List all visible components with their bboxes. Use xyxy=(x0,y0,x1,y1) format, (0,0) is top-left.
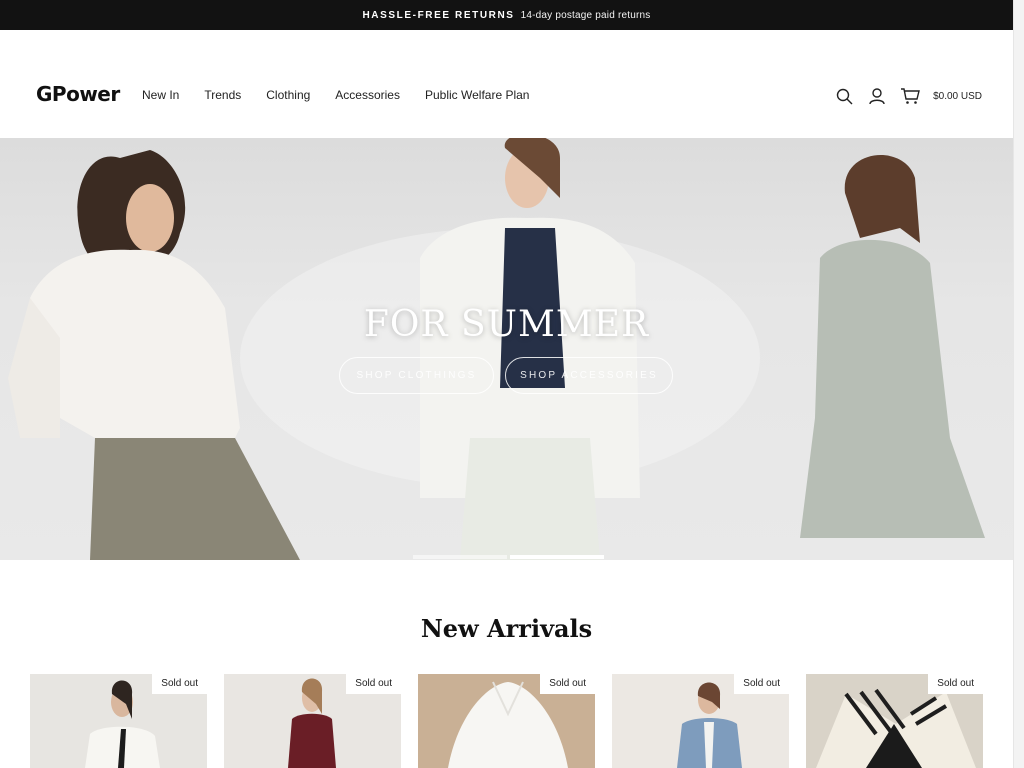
site-header: GPower New In Trends Clothing Accessorie… xyxy=(0,30,1013,138)
shop-accessories-button[interactable]: SHOP ACCESSORIES xyxy=(505,357,673,394)
account-icon[interactable] xyxy=(866,85,888,107)
hero-buttons: SHOP CLOTHINGS SHOP ACCESSORIES xyxy=(339,357,673,394)
sold-out-badge: Sold out xyxy=(734,674,789,694)
hero-title: FOR SUMMER xyxy=(363,304,650,345)
product-card[interactable]: Sold out xyxy=(30,674,207,768)
nav-public-welfare-plan[interactable]: Public Welfare Plan xyxy=(425,88,530,102)
sold-out-badge: Sold out xyxy=(928,674,983,694)
product-card[interactable]: Sold out xyxy=(418,674,595,768)
product-card[interactable]: Sold out xyxy=(612,674,789,768)
product-card[interactable]: Sold out xyxy=(224,674,401,768)
sold-out-badge: Sold out xyxy=(346,674,401,694)
nav-accessories[interactable]: Accessories xyxy=(335,88,400,102)
cart-icon[interactable] xyxy=(899,85,921,107)
sold-out-badge: Sold out xyxy=(540,674,595,694)
sold-out-badge: Sold out xyxy=(152,674,207,694)
site-logo[interactable]: GPower xyxy=(36,82,120,106)
main-nav: New In Trends Clothing Accessories Publi… xyxy=(142,88,554,102)
page-scrollbar[interactable] xyxy=(1013,0,1024,768)
new-arrivals-title: New Arrivals xyxy=(420,614,593,643)
announcement-bar: HASSLE-FREE RETURNS 14-day postage paid … xyxy=(0,0,1013,30)
announcement-text: 14-day postage paid returns xyxy=(520,9,651,21)
cart-total[interactable]: $0.00 USD xyxy=(933,91,982,102)
slider-dot-1[interactable] xyxy=(413,555,507,559)
nav-trends[interactable]: Trends xyxy=(204,88,241,102)
slider-dots xyxy=(413,555,607,559)
hero-models-image xyxy=(8,138,985,560)
product-card[interactable]: Sold out xyxy=(806,674,983,768)
search-icon[interactable] xyxy=(833,85,855,107)
announcement-strong: HASSLE-FREE RETURNS xyxy=(362,9,515,21)
header-icons: $0.00 USD xyxy=(822,85,982,107)
shop-clothings-button[interactable]: SHOP CLOTHINGS xyxy=(339,357,494,394)
hero-banner: FOR SUMMER SHOP CLOTHINGS SHOP ACCESSORI… xyxy=(0,138,1013,560)
product-grid: Sold out Sold out Sold out Sold out Sold… xyxy=(30,674,1000,768)
nav-new-in[interactable]: New In xyxy=(142,88,179,102)
nav-clothing[interactable]: Clothing xyxy=(266,88,310,102)
slider-dot-2[interactable] xyxy=(510,555,604,559)
